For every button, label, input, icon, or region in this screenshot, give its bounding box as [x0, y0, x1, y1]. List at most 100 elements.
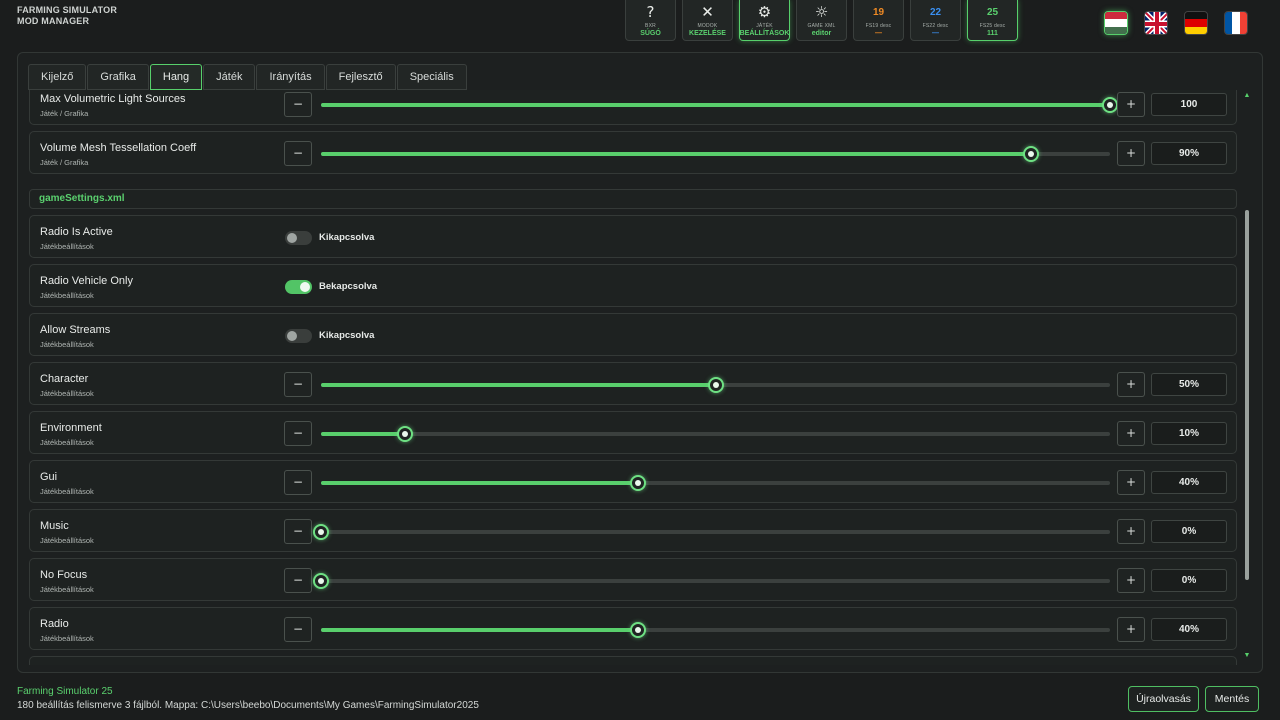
nav-button-label: editor: [811, 30, 832, 37]
nav-button-help[interactable]: ? BXR SÚGÓ: [625, 0, 676, 41]
tab-játék[interactable]: Játék: [203, 64, 256, 90]
value-field[interactable]: 40%: [1151, 471, 1227, 494]
value-field[interactable]: 0%: [1151, 520, 1227, 543]
setting-name: No Focus: [40, 569, 88, 581]
increase-button[interactable]: +: [1117, 617, 1145, 642]
status-title: Farming Simulator 25: [17, 686, 113, 697]
setting-row: Music Játékbeállítások − +0%: [29, 509, 1237, 552]
setting-category: Játékbeállítások: [40, 389, 94, 398]
decrease-button[interactable]: −: [284, 617, 312, 642]
setting-row: Radio Játékbeállítások − +40%: [29, 607, 1237, 650]
toggle-state-label: Bekapcsolva: [319, 281, 378, 292]
decrease-button[interactable]: −: [284, 141, 312, 166]
flag-german-icon[interactable]: [1184, 11, 1208, 35]
decrease-button[interactable]: −: [284, 568, 312, 593]
value-field[interactable]: 40%: [1151, 618, 1227, 641]
tab-fejlesztő[interactable]: Fejlesztő: [325, 64, 396, 90]
nav-button-caption: JÁTÉK: [756, 23, 773, 29]
setting-name: Radio Vehicle Only: [40, 275, 133, 287]
value-field[interactable]: 0%: [1151, 569, 1227, 592]
reload-button[interactable]: Újraolvasás: [1128, 686, 1199, 712]
toggle-switch[interactable]: [285, 280, 312, 294]
slider-track[interactable]: [321, 475, 1110, 491]
slider-track[interactable]: [313, 524, 1110, 540]
slider-thumb[interactable]: [1102, 97, 1118, 113]
value-field[interactable]: 90%: [1151, 142, 1227, 165]
slider-thumb[interactable]: [313, 524, 329, 540]
increase-button[interactable]: +: [1117, 421, 1145, 446]
slider-track[interactable]: [321, 146, 1110, 162]
nav-button-fs25[interactable]: 25 FS25 desc 111: [967, 0, 1018, 41]
scroll-thumb[interactable]: [1245, 210, 1249, 580]
help-icon: ?: [646, 3, 655, 21]
increase-button[interactable]: +: [1117, 372, 1145, 397]
setting-row: Gui Játékbeállítások − +40%: [29, 460, 1237, 503]
nav-button-label: SÚGÓ: [640, 30, 661, 37]
save-button[interactable]: Mentés: [1205, 686, 1259, 712]
tab-hang[interactable]: Hang: [149, 64, 203, 90]
nav-button-caption: BXR: [645, 23, 656, 29]
nav-button-fs22[interactable]: 22 FS22 desc —: [910, 0, 961, 41]
tab-speciális[interactable]: Speciális: [396, 64, 467, 90]
slider-track[interactable]: [321, 377, 1110, 393]
fs25-icon: 25: [986, 7, 999, 18]
value-field[interactable]: 50%: [1151, 373, 1227, 396]
fs22-icon: 22: [929, 7, 942, 18]
slider-track[interactable]: [321, 97, 1118, 113]
toggle-switch[interactable]: [285, 329, 312, 343]
flag-french-icon[interactable]: [1224, 11, 1248, 35]
setting-row: Volume Mesh Tessellation Coeff Játék / Gr…: [29, 131, 1237, 174]
setting-row: Radio Vehicle Only Játékbeállítások Bekapc…: [29, 264, 1237, 307]
nav-button-gear[interactable]: ⚙ JÁTÉK BEÁLLÍTÁSOK: [739, 0, 790, 41]
slider-track[interactable]: [321, 426, 1110, 442]
value-field[interactable]: 10%: [1151, 422, 1227, 445]
main-nav: ? BXR SÚGÓ ✕ MODOK KEZELÉSE ⚙ JÁTÉK BEÁLLÍTÁSOK ☼…: [625, 0, 1018, 41]
setting-category: Játékbeállítások: [40, 487, 94, 496]
decrease-button[interactable]: −: [284, 92, 312, 117]
category-tabs: Kijelző Grafika Hang Játék Irányítás Fejleszt…: [28, 64, 468, 90]
flag-english-icon[interactable]: [1144, 11, 1168, 35]
scroll-down-icon[interactable]: ▼: [1243, 652, 1251, 659]
slider-thumb[interactable]: [630, 475, 647, 491]
gear-icon: ⚙: [757, 3, 772, 21]
decrease-button[interactable]: −: [284, 421, 312, 446]
status-text: 180 beállítás felismerve 3 fájlból. Mapp…: [17, 700, 479, 711]
tab-grafika[interactable]: Grafika: [87, 64, 149, 90]
setting-category: Játék / Grafika: [40, 158, 89, 167]
increase-button[interactable]: +: [1117, 519, 1145, 544]
increase-button[interactable]: +: [1117, 141, 1145, 166]
language-selector: [1104, 11, 1248, 35]
slider-thumb[interactable]: [313, 573, 329, 589]
toggle-switch[interactable]: [285, 231, 312, 245]
nav-button-label: KEZELÉSE: [689, 30, 726, 37]
tab-irányítás[interactable]: Irányítás: [256, 64, 325, 90]
slider-track[interactable]: [321, 622, 1110, 638]
slider-fill: [321, 628, 639, 632]
increase-button[interactable]: +: [1117, 470, 1145, 495]
setting-row: [29, 656, 1237, 665]
slider-thumb[interactable]: [1023, 146, 1040, 162]
nav-button-tools[interactable]: ✕ MODOK KEZELÉSE: [682, 0, 733, 41]
slider-thumb[interactable]: [630, 622, 647, 638]
increase-button[interactable]: +: [1117, 92, 1145, 117]
scroll-up-icon[interactable]: ▲: [1243, 92, 1251, 99]
increase-button[interactable]: +: [1117, 568, 1145, 593]
settings-list[interactable]: Max Volumetric Light Sources Játék / Graf…: [29, 90, 1237, 665]
nav-button-fs19[interactable]: 19 FS19 desc —: [853, 0, 904, 41]
nav-button-sun[interactable]: ☼ GAME XML editor: [796, 0, 847, 41]
decrease-button[interactable]: −: [284, 470, 312, 495]
decrease-button[interactable]: −: [284, 372, 312, 397]
top-bar: FARMING SIMULATOR MOD MANAGER ? BXR SÚGÓ ✕ M…: [0, 0, 1280, 50]
slider-thumb[interactable]: [707, 377, 724, 393]
flag-hungarian-icon[interactable]: [1104, 11, 1128, 35]
sun-icon: ☼: [814, 3, 829, 21]
decrease-button[interactable]: −: [284, 519, 312, 544]
tab-kijelző[interactable]: Kijelző: [28, 64, 87, 90]
slider-track[interactable]: [313, 573, 1110, 589]
slider-thumb[interactable]: [397, 426, 414, 442]
scrollbar[interactable]: ▲ ▼: [1243, 92, 1251, 664]
slider-fill: [321, 432, 406, 436]
toggle-state-label: Kikapcsolva: [319, 330, 375, 341]
setting-row: Allow Streams Játékbeállítások Kikapcsolva: [29, 313, 1237, 356]
value-field[interactable]: 100: [1151, 93, 1227, 116]
